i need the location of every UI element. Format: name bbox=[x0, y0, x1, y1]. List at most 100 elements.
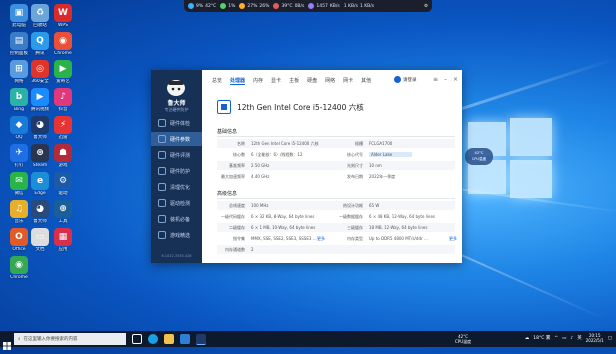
divider bbox=[217, 136, 455, 137]
tab[interactable]: 网卡 bbox=[343, 77, 353, 85]
ludashi-logo-icon bbox=[167, 80, 185, 96]
taskbar-cpu-temp[interactable]: 42°C CPU温度 bbox=[455, 334, 471, 344]
app-icon: W bbox=[54, 4, 72, 22]
sidebar-nav-item[interactable]: 硬件体检 bbox=[151, 116, 202, 130]
spec-key: 指令集 bbox=[233, 236, 245, 241]
hardware-monitor-bar[interactable]: 9% 42°C 1% 27% 26% 39°C 0B/s 1457 KB/s 1 KB/… bbox=[184, 0, 432, 12]
desktop-icon[interactable]: ▦ 应用 bbox=[48, 228, 78, 253]
disk-icon bbox=[273, 3, 280, 9]
sidebar-nav-item[interactable]: 硬件参数 bbox=[151, 132, 202, 146]
app-icon: ◕ bbox=[31, 200, 49, 218]
desktop-icon[interactable]: ◉ Chrome bbox=[4, 256, 34, 281]
tab[interactable]: 其他 bbox=[361, 77, 371, 85]
desktop-icon[interactable]: ♪ 抖音 bbox=[48, 88, 78, 113]
gpu-icon bbox=[239, 3, 246, 9]
widget-label: CPU温度 bbox=[471, 157, 487, 161]
minimize-icon[interactable]: – bbox=[444, 76, 447, 83]
spec-row: 指令集 MMX, SSE, SSE2, SSE3, SSSE3 … 内存类型 Up t… bbox=[217, 234, 457, 243]
settings-icon[interactable]: ⚙ bbox=[424, 4, 428, 9]
spec-row: 基准频率 2.50 GHz 光刻尺寸 10 nm bbox=[217, 161, 455, 170]
desktop-icon[interactable]: ⚙ 驱动 bbox=[48, 172, 78, 197]
volume-icon[interactable]: ♪ bbox=[570, 336, 573, 341]
desktop-icon[interactable]: ⊕ 工具 bbox=[48, 200, 78, 225]
disk-speed: 0B/s bbox=[294, 3, 305, 9]
taskbar-search[interactable]: ⌕ 在这里输入你要搜索的内容 bbox=[14, 333, 126, 345]
tab[interactable]: 处理器 bbox=[230, 77, 246, 85]
memory-usage: 1% bbox=[228, 3, 236, 9]
tab[interactable]: 内存 bbox=[253, 77, 263, 85]
system-tray: ☁ 18°C 雾 ^ ▭ ♪ 英 20:15 2022/5/1 ▢ bbox=[525, 333, 612, 343]
spec-row: 一级代码缓存 6 × 32 KB, 8-Way, 64 byte lines 一级数… bbox=[217, 212, 455, 221]
cpu-temp-widget[interactable]: 42°C CPU温度 bbox=[465, 148, 493, 165]
edge-icon[interactable] bbox=[148, 334, 158, 344]
clock[interactable]: 20:15 2022/5/1 bbox=[586, 333, 604, 343]
spec-key: 二级缓存 bbox=[229, 225, 245, 230]
weather-text[interactable]: 18°C 雾 bbox=[533, 335, 550, 341]
file-explorer-icon[interactable] bbox=[164, 334, 174, 344]
spec-value: 100 MHz bbox=[251, 203, 269, 208]
app-icon: ⚙ bbox=[54, 172, 72, 190]
spec-key: 核心代号 bbox=[347, 152, 363, 157]
taskbar: ⌕ 在这里输入你要搜索的内容 42°C CPU温度 ☁ 18°C 雾 ^ ▭ ♪… bbox=[0, 331, 616, 350]
gpu-usage: 27% bbox=[247, 3, 258, 9]
spec-value: 6（全能核：6）/线程数：12 bbox=[251, 152, 303, 157]
network-tray-icon[interactable]: ▭ bbox=[562, 336, 566, 341]
login-button[interactable]: 请登录 bbox=[394, 76, 417, 83]
gpu-temp: 26% bbox=[259, 3, 270, 9]
spec-row: 二级缓存 6 × 1 MB, 10-Way, 64 byte lines 三级缓存 1… bbox=[217, 223, 455, 232]
divider bbox=[217, 198, 455, 199]
brand-name: 鲁大师 bbox=[167, 100, 186, 107]
desktop-icon[interactable]: ☗ 游戏 bbox=[48, 144, 78, 169]
desktop-icon[interactable]: ▶ 爱奇艺 bbox=[48, 60, 78, 85]
notification-icon[interactable]: ▢ bbox=[608, 336, 612, 341]
desktop-icon-label: 应用 bbox=[58, 247, 68, 252]
section-advanced-title: 高级信息 bbox=[217, 191, 238, 197]
desktop-icon-label: 游戏 bbox=[58, 163, 68, 168]
net-monitor: 1457 KB/s bbox=[308, 3, 340, 9]
desktop-icon[interactable]: W WPS bbox=[48, 4, 78, 29]
app-icon: ⊛ bbox=[31, 144, 49, 162]
spec-value: 2.50 GHz bbox=[251, 163, 270, 168]
desktop-icon-label: 迅雷 bbox=[58, 135, 68, 140]
spec-key: 总线速度 bbox=[229, 203, 245, 208]
nav-label: 驱动检测 bbox=[170, 200, 191, 207]
task-view-icon[interactable] bbox=[132, 334, 142, 344]
start-icon[interactable] bbox=[3, 335, 11, 350]
store-icon[interactable] bbox=[180, 334, 190, 344]
close-icon[interactable]: × bbox=[453, 76, 458, 83]
more-link[interactable]: 更多 bbox=[317, 236, 325, 242]
input-language[interactable]: 英 bbox=[577, 335, 582, 341]
spec-value: Up to DDR5 4800 MT/s/ddr … bbox=[369, 236, 428, 241]
nav-label: 装机必备 bbox=[170, 216, 191, 223]
spec-key: 三级缓存 bbox=[347, 225, 363, 230]
tab[interactable]: 网络 bbox=[325, 77, 335, 85]
spec-row: 名称 12th Gen Intel Core i5-12400 六核 插槽 FCLGA… bbox=[217, 139, 455, 148]
nav-label: 游戏精选 bbox=[170, 232, 191, 239]
nav-icon bbox=[158, 135, 166, 143]
menu-icon[interactable]: ≡ bbox=[433, 76, 438, 83]
chevron-up-icon[interactable]: ^ bbox=[554, 336, 558, 341]
desktop-icon-label: Chrome bbox=[54, 51, 72, 56]
desktop-icon[interactable]: ⚡ 迅雷 bbox=[48, 116, 78, 141]
nav-icon bbox=[158, 231, 166, 239]
spec-key: 核心数 bbox=[233, 152, 245, 157]
tab[interactable]: 硬盘 bbox=[307, 77, 317, 85]
ludashi-taskbar-icon[interactable] bbox=[196, 334, 206, 345]
sidebar-nav-item[interactable]: 游戏精选 bbox=[151, 228, 202, 242]
spec-key: 一级数据缓存 bbox=[339, 214, 363, 219]
tab[interactable]: 主板 bbox=[289, 77, 299, 85]
app-icon: ▭ bbox=[31, 228, 49, 246]
sidebar-nav-item[interactable]: 驱动检测 bbox=[151, 196, 202, 210]
spec-value: Alder Lake bbox=[369, 152, 413, 157]
spec-value: 6 × 32 KB, 8-Way, 64 byte lines bbox=[251, 214, 315, 219]
sidebar-nav-item[interactable]: 装机必备 bbox=[151, 212, 202, 226]
speed-up: 1 KB/s bbox=[343, 3, 358, 9]
more-link[interactable]: 更多 bbox=[449, 236, 457, 242]
sidebar-nav-item[interactable]: 清理优化 bbox=[151, 180, 202, 194]
sidebar-nav-item[interactable]: 硬件评测 bbox=[151, 148, 202, 162]
tab[interactable]: 总览 bbox=[212, 77, 222, 85]
nav-label: 清理优化 bbox=[170, 184, 191, 191]
tab[interactable]: 显卡 bbox=[271, 77, 281, 85]
sidebar-nav-item[interactable]: 硬件防护 bbox=[151, 164, 202, 178]
desktop-icon[interactable]: ◉ Chrome bbox=[48, 32, 78, 57]
